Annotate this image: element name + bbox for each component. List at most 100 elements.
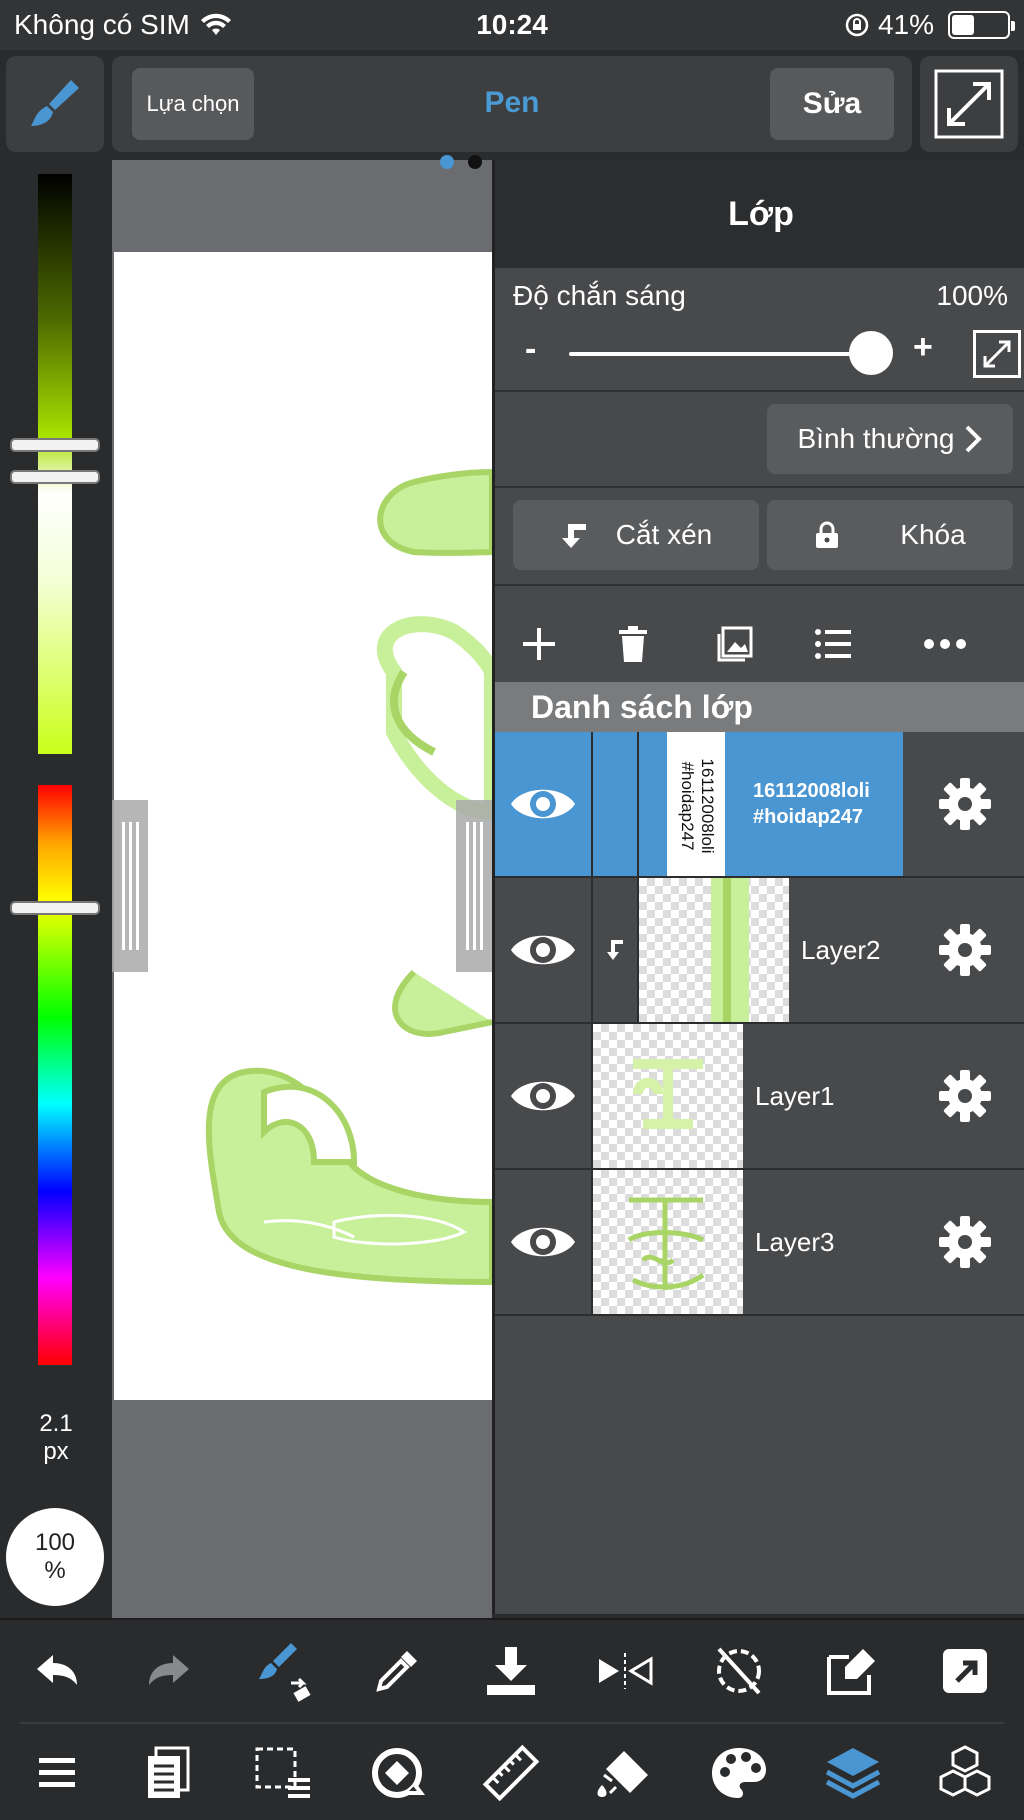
- layer-thumbnail[interactable]: [639, 878, 789, 1022]
- share-button[interactable]: [930, 1636, 1000, 1706]
- opacity-value: 100%: [936, 280, 1008, 311]
- layers-button[interactable]: [818, 1738, 888, 1808]
- thumbnail-art: [627, 1197, 705, 1290]
- eye-icon: [511, 1081, 575, 1111]
- brush-icon: [31, 80, 79, 126]
- lock-button[interactable]: Khóa: [767, 500, 1013, 570]
- hue-handle[interactable]: [12, 903, 98, 913]
- thumbnail-art: [723, 878, 731, 1022]
- opacity-decrease-button[interactable]: -: [525, 330, 536, 369]
- undo-icon: [37, 1655, 77, 1685]
- layer-visibility-toggle[interactable]: [495, 1170, 593, 1314]
- main-menu-button[interactable]: [22, 1738, 92, 1808]
- battery-percent: 41%: [877, 9, 934, 40]
- layer-row[interactable]: Layer2: [495, 878, 1024, 1024]
- layer-settings-button[interactable]: [903, 1170, 1024, 1314]
- image-layer-button[interactable]: [705, 616, 765, 672]
- fill-icon: [597, 1751, 648, 1797]
- layer-row[interactable]: Layer3: [495, 1170, 1024, 1316]
- blend-mode-label: Bình thường: [797, 423, 955, 454]
- opacity-slider-thumb[interactable]: [849, 331, 893, 375]
- list-icon: [815, 629, 851, 659]
- lock-label: Khóa: [900, 519, 966, 550]
- canvas-sheet[interactable]: [114, 252, 492, 1400]
- layer-list-button[interactable]: [803, 616, 863, 672]
- brightness-handle-top[interactable]: [12, 440, 98, 450]
- selection-button[interactable]: [248, 1738, 318, 1808]
- brightness-slider[interactable]: [38, 174, 72, 754]
- layer-visibility-toggle[interactable]: [495, 878, 593, 1022]
- layer-row[interactable]: Layer1: [495, 1024, 1024, 1170]
- redo-button[interactable]: [134, 1636, 204, 1706]
- delete-layer-icon: [619, 626, 647, 662]
- materials-button[interactable]: [930, 1738, 1000, 1808]
- save-button[interactable]: [476, 1636, 546, 1706]
- bottom-toolbar: [0, 1618, 1024, 1820]
- rotate-reset-button[interactable]: [704, 1636, 774, 1706]
- canvas-right-handle[interactable]: [456, 800, 492, 972]
- layer-panel-title: Lớp: [495, 160, 1024, 268]
- materials-icon: [939, 1745, 991, 1797]
- brush-swap-button[interactable]: [248, 1636, 318, 1706]
- layer-clip-indicator: [593, 878, 639, 1022]
- more-options-button[interactable]: [915, 616, 975, 672]
- blend-mode-button[interactable]: Bình thường: [767, 404, 1013, 474]
- delete-layer-button[interactable]: [603, 616, 663, 672]
- layer-settings-button[interactable]: [903, 732, 1024, 876]
- layer-visibility-toggle[interactable]: [495, 1024, 593, 1168]
- brush-size-value: 2.1: [39, 1410, 73, 1437]
- gear-icon: [939, 1070, 991, 1122]
- separator: [495, 390, 1024, 392]
- color-palette-button[interactable]: [704, 1738, 774, 1808]
- chevron-right-icon: [966, 425, 983, 453]
- add-layer-button[interactable]: [509, 616, 569, 672]
- canvas-area[interactable]: [112, 160, 492, 1620]
- pages-button[interactable]: [134, 1738, 204, 1808]
- opacity-expand-button[interactable]: [973, 330, 1021, 378]
- brightness-handle-bottom[interactable]: [12, 472, 98, 482]
- brush-opacity-button[interactable]: 100 %: [6, 1508, 104, 1606]
- hue-slider[interactable]: [38, 785, 72, 1365]
- gear-icon: [939, 1216, 991, 1268]
- top-toolbar: Lựa chọn Pen Sửa: [0, 50, 1024, 160]
- eye-icon: [511, 1227, 575, 1257]
- transform-button[interactable]: [818, 1636, 888, 1706]
- layer-row[interactable]: 16112008loli #hoidap247 16112008loli #ho…: [495, 732, 1024, 878]
- brush-opacity-value: 100: [34, 1529, 76, 1556]
- layer-name-line2: #hoidap247: [753, 806, 864, 828]
- ruler-button[interactable]: [476, 1738, 546, 1808]
- brush-tool-button[interactable]: [6, 56, 104, 152]
- opacity-slider-track[interactable]: [569, 352, 865, 356]
- edit-button[interactable]: Sửa: [770, 68, 894, 140]
- canvas-left-handle[interactable]: [112, 800, 148, 972]
- rotate-off-icon: [717, 1647, 761, 1695]
- thumbnail-text-layer: 16112008loli #hoidap247: [667, 732, 725, 876]
- layer-visibility-toggle[interactable]: [495, 732, 593, 876]
- eyedropper-button[interactable]: [362, 1636, 432, 1706]
- layer-settings-button[interactable]: [903, 878, 1024, 1022]
- fullscreen-button[interactable]: [920, 56, 1018, 152]
- gear-icon: [939, 924, 991, 976]
- fill-button[interactable]: [590, 1738, 660, 1808]
- layer-settings-button[interactable]: [903, 1024, 1024, 1168]
- page-dot-active: [440, 155, 454, 169]
- expand-icon: [934, 69, 1004, 139]
- clipping-button[interactable]: Cắt xén: [513, 500, 759, 570]
- share-icon: [943, 1649, 987, 1693]
- eye-icon: [511, 935, 575, 965]
- eye-icon: [511, 789, 575, 819]
- layer-thumbnail[interactable]: [593, 1170, 743, 1314]
- layer-list-header: Danh sách lớp: [495, 682, 1024, 732]
- edit-icon: [827, 1649, 875, 1695]
- opacity-increase-button[interactable]: +: [913, 328, 933, 367]
- separator: [495, 486, 1024, 488]
- tool-header: Lựa chọn Pen Sửa: [112, 56, 912, 152]
- redo-icon: [149, 1655, 189, 1685]
- flip-button[interactable]: [590, 1636, 660, 1706]
- layer-thumbnail[interactable]: [593, 1024, 743, 1168]
- undo-button[interactable]: [22, 1636, 92, 1706]
- clip-arrow-icon: [561, 524, 586, 548]
- snap-button[interactable]: [362, 1738, 432, 1808]
- thumbnail-text: 16112008loli #hoidap247: [678, 758, 717, 854]
- brush-size-display[interactable]: 2.1 px: [0, 1410, 112, 1466]
